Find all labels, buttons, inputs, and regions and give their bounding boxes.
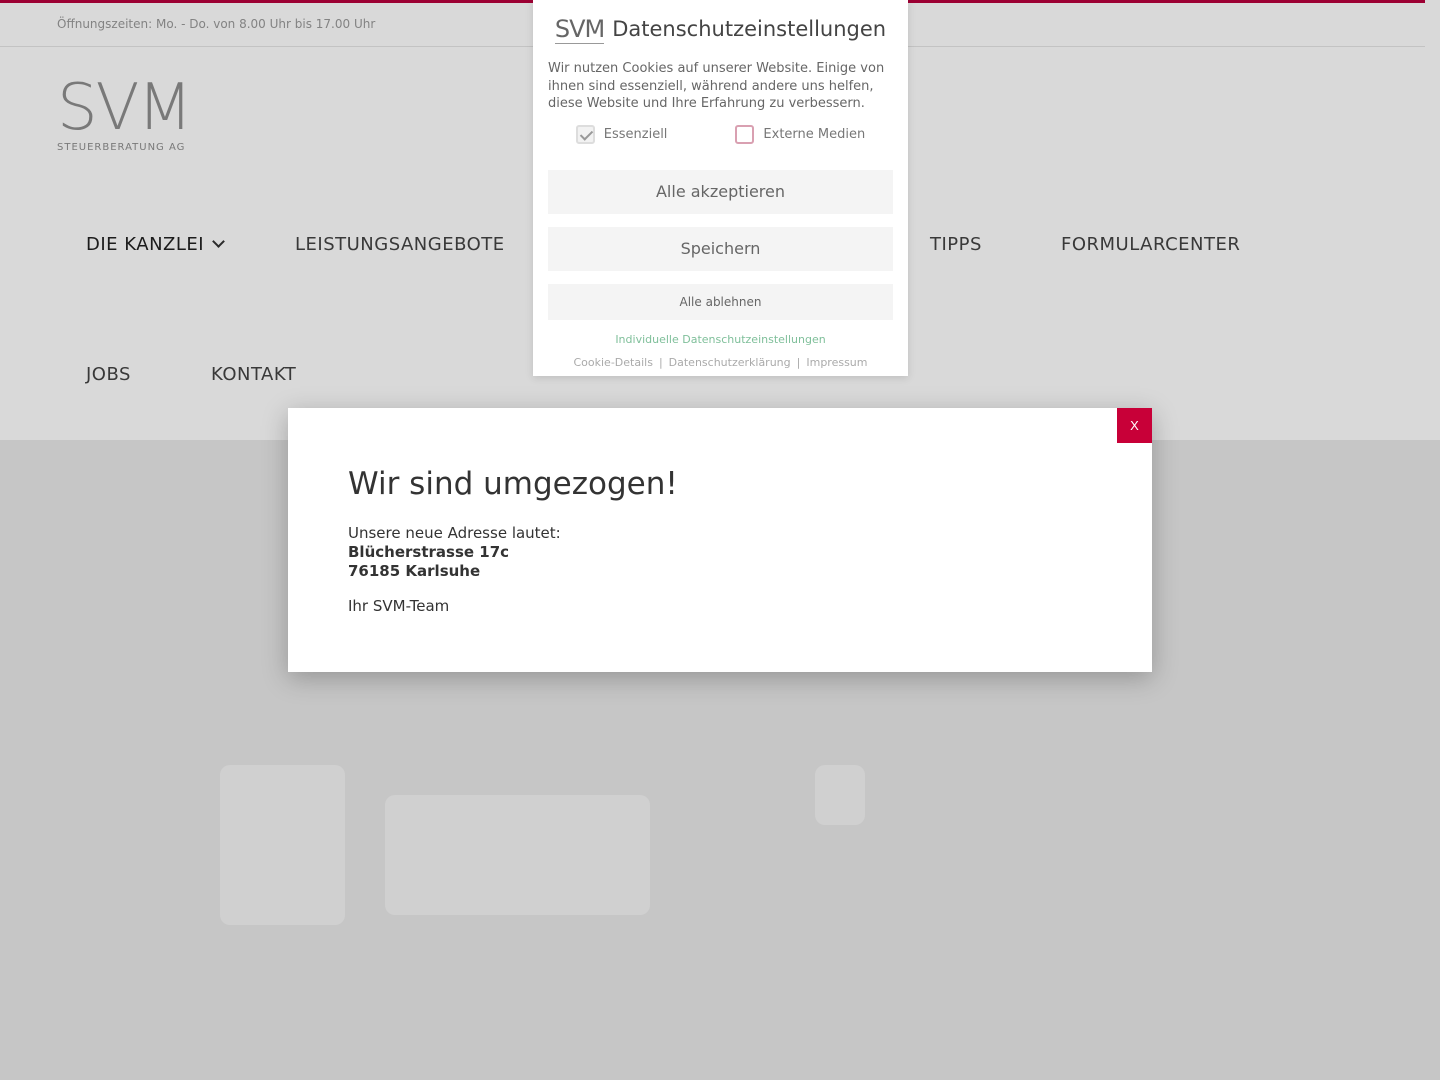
accept-all-button[interactable]: Alle akzeptieren — [548, 169, 893, 214]
privacy-policy-link[interactable]: Datenschutzerklärung — [669, 356, 791, 369]
save-button[interactable]: Speichern — [548, 226, 893, 271]
close-button[interactable]: X — [1117, 408, 1152, 443]
address-street: Blücherstrasse 17c — [348, 543, 510, 561]
relocation-notice-modal: X Wir sind umgezogen! Unsere neue Adress… — [288, 408, 1152, 672]
modal-title: Wir sind umgezogen! — [348, 466, 678, 502]
cookie-consent-dialog: SVM Datenschutzeinstellungen Wir nutzen … — [533, 0, 908, 376]
cookie-title: Datenschutzeinstellungen — [612, 17, 887, 41]
address-intro: Unsere neue Adresse lautet: — [348, 524, 561, 542]
address-city: 76185 Karlsuhe — [348, 562, 481, 580]
cookie-header: SVM Datenschutzeinstellungen — [548, 14, 893, 44]
cookie-option-label: Essenziell — [603, 126, 668, 142]
cookie-option-essenziell[interactable]: Essenziell — [575, 124, 668, 144]
cookie-footer-links: Cookie-Details | Datenschutzerklärung | Impr… — [573, 355, 868, 369]
checkbox-unchecked-icon[interactable] — [735, 124, 755, 144]
cookie-details-link[interactable]: Cookie-Details — [573, 356, 652, 369]
cookie-options: Essenziell Externe Medien — [548, 124, 893, 144]
cookie-logo: SVM — [554, 15, 605, 44]
imprint-link[interactable]: Impressum — [806, 356, 867, 369]
cookie-option-externe-medien[interactable]: Externe Medien — [735, 124, 866, 144]
individual-settings-link[interactable]: Individuelle Datenschutzeinstellungen — [548, 333, 893, 346]
modal-address: Unsere neue Adresse lautet: Blücherstras… — [348, 524, 1092, 581]
checkbox-checked-icon[interactable] — [575, 124, 595, 144]
reject-all-button[interactable]: Alle ablehnen — [548, 283, 893, 320]
modal-signature: Ihr SVM-Team — [348, 597, 450, 615]
cookie-description: Wir nutzen Cookies auf unserer Website. … — [548, 61, 885, 111]
cookie-option-label: Externe Medien — [763, 126, 866, 142]
